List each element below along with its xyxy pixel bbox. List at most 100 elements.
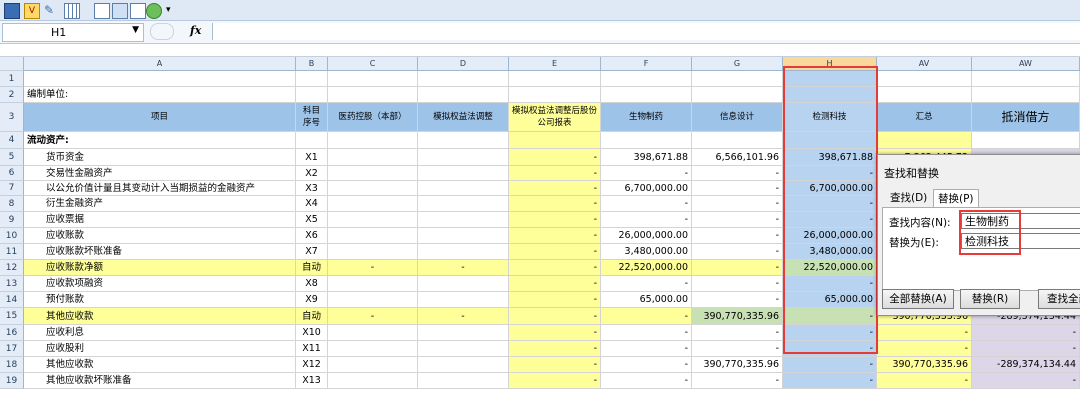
code-cell[interactable]: X6 (296, 228, 328, 244)
item-cell[interactable]: 以公允价值计量且其变动计入当期损益的金融资产 (24, 181, 296, 196)
grid-icon[interactable] (112, 3, 128, 19)
cell[interactable]: - (509, 181, 601, 196)
cell[interactable] (418, 341, 509, 357)
cell[interactable]: - (783, 341, 877, 357)
select-all-corner[interactable] (0, 57, 24, 71)
row-header[interactable]: 5 (0, 149, 24, 166)
cell[interactable]: 3,480,000.00 (783, 244, 877, 260)
code-cell[interactable]: X7 (296, 244, 328, 260)
code-cell[interactable]: 自动 (296, 260, 328, 276)
cell[interactable] (328, 276, 418, 292)
code-cell[interactable]: X11 (296, 341, 328, 357)
cell[interactable] (328, 292, 418, 308)
code-cell[interactable]: X1 (296, 149, 328, 166)
cell[interactable] (972, 87, 1080, 103)
item-cell[interactable]: 应收账款 (24, 228, 296, 244)
cell[interactable] (509, 71, 601, 87)
column-header-e[interactable]: E (509, 57, 601, 71)
table-header-cell[interactable]: 生物制药 (601, 103, 692, 132)
item-cell[interactable]: 应收账款坏账准备 (24, 244, 296, 260)
item-cell[interactable]: 货币资金 (24, 149, 296, 166)
cell[interactable]: - (601, 196, 692, 212)
cell[interactable]: - (509, 357, 601, 373)
cell[interactable] (296, 87, 328, 103)
cell[interactable]: - (509, 149, 601, 166)
row-header[interactable]: 13 (0, 276, 24, 292)
cell[interactable]: - (877, 373, 972, 389)
cell[interactable]: - (783, 196, 877, 212)
cell[interactable] (328, 166, 418, 181)
cell[interactable]: - (601, 276, 692, 292)
cell[interactable]: - (601, 212, 692, 228)
cell[interactable] (418, 181, 509, 196)
cell[interactable]: 398,671.88 (601, 149, 692, 166)
cell[interactable]: - (328, 260, 418, 276)
cell[interactable] (328, 181, 418, 196)
chevron-down-icon[interactable]: ▼ (132, 25, 139, 35)
cell[interactable] (972, 71, 1080, 87)
cell[interactable] (328, 341, 418, 357)
cell[interactable] (418, 71, 509, 87)
section-label[interactable]: 流动资产: (24, 132, 296, 149)
cell[interactable]: 6,700,000.00 (601, 181, 692, 196)
cell[interactable] (418, 325, 509, 341)
cell[interactable]: - (509, 166, 601, 181)
cell[interactable]: - (601, 357, 692, 373)
cell[interactable] (877, 132, 972, 149)
cell[interactable]: - (509, 228, 601, 244)
save-icon[interactable] (4, 3, 20, 19)
cell[interactable] (328, 212, 418, 228)
cell[interactable] (418, 244, 509, 260)
item-cell[interactable]: 应收票据 (24, 212, 296, 228)
formula-input[interactable] (212, 23, 1080, 40)
cell[interactable]: - (972, 325, 1080, 341)
row-header[interactable]: 16 (0, 325, 24, 341)
column-header-a[interactable]: A (24, 57, 296, 71)
cell[interactable] (24, 71, 296, 87)
cell[interactable] (328, 132, 418, 149)
refresh-icon[interactable] (146, 3, 162, 19)
cell[interactable]: 22,520,000.00 (783, 260, 877, 276)
cell[interactable]: - (509, 325, 601, 341)
cell[interactable] (418, 149, 509, 166)
cell[interactable]: - (877, 341, 972, 357)
table-icon[interactable] (64, 3, 80, 19)
column-header-av[interactable]: AV (877, 57, 972, 71)
cell[interactable]: - (783, 212, 877, 228)
cell[interactable]: - (509, 276, 601, 292)
cell[interactable]: - (692, 166, 783, 181)
find-all-button[interactable]: 查找全部 (1038, 289, 1080, 309)
cell[interactable] (328, 357, 418, 373)
cell[interactable]: 6,700,000.00 (783, 181, 877, 196)
cell[interactable]: - (601, 341, 692, 357)
item-cell[interactable]: 其他应收款 (24, 308, 296, 325)
cell[interactable] (296, 132, 328, 149)
cell[interactable]: - (692, 196, 783, 212)
code-cell[interactable]: X8 (296, 276, 328, 292)
cell[interactable]: - (692, 325, 783, 341)
code-cell[interactable]: X12 (296, 357, 328, 373)
table-header-cell[interactable]: 模拟权益法调整后股份公司报表 (509, 103, 601, 132)
code-cell[interactable]: X3 (296, 181, 328, 196)
cell[interactable] (509, 87, 601, 103)
sheet-icon[interactable] (94, 3, 110, 19)
cell[interactable]: 26,000,000.00 (783, 228, 877, 244)
cell[interactable]: - (783, 276, 877, 292)
cell[interactable]: - (692, 373, 783, 389)
code-cell[interactable]: X2 (296, 166, 328, 181)
cell[interactable] (418, 357, 509, 373)
cell[interactable]: - (972, 341, 1080, 357)
cell[interactable] (692, 132, 783, 149)
cell[interactable] (877, 87, 972, 103)
cell[interactable] (328, 228, 418, 244)
cell[interactable] (418, 132, 509, 149)
item-cell[interactable]: 应收款项融资 (24, 276, 296, 292)
cell[interactable]: - (509, 244, 601, 260)
item-cell[interactable]: 应收股利 (24, 341, 296, 357)
cell[interactable] (601, 132, 692, 149)
row-header[interactable]: 2 (0, 87, 24, 103)
table-header-cell[interactable]: 模拟权益法调整 (418, 103, 509, 132)
cell[interactable]: 3,480,000.00 (601, 244, 692, 260)
table-header-cell[interactable]: 检测科技 (783, 103, 877, 132)
cell[interactable]: - (692, 181, 783, 196)
